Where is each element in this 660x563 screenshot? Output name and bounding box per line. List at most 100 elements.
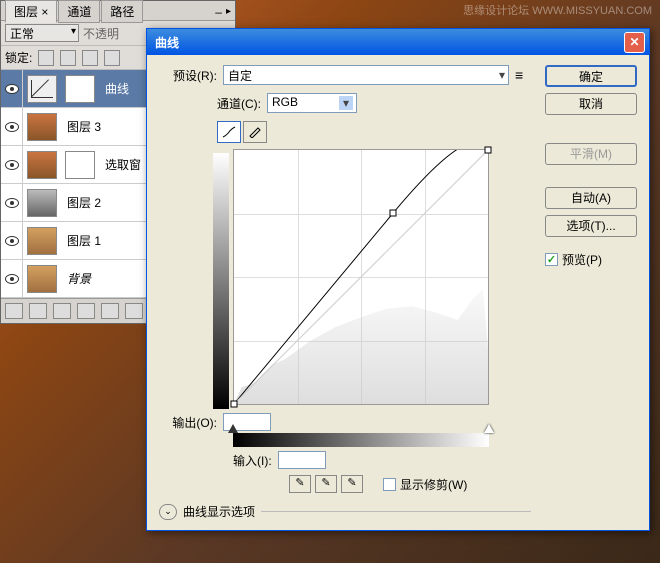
output-gradient [213,153,229,409]
blend-mode-select[interactable]: 正常 [5,24,79,42]
checkbox-icon [545,253,558,266]
layer-name[interactable]: 图层 1 [67,232,101,249]
lock-label: 锁定: [5,49,32,66]
channel-select[interactable]: RGB [267,93,357,113]
curve-area [213,149,531,409]
lock-position-icon[interactable] [82,50,98,66]
preset-row: 预设(R): 自定 [159,65,531,85]
white-point-slider[interactable] [484,424,494,433]
divider [261,511,531,512]
curve-point[interactable] [390,209,397,216]
eye-icon [5,236,19,246]
eye-icon [5,198,19,208]
add-mask-icon[interactable] [53,303,71,319]
expand-options-row: ⌄ 曲线显示选项 [159,503,531,520]
dialog-title: 曲线 [155,34,624,51]
options-button[interactable]: 选项(T)... [545,215,637,237]
opacity-label: 不透明 [83,25,119,42]
layer-name[interactable]: 选取窗 [105,156,141,173]
layer-thumb[interactable] [27,189,57,217]
input-row: 输入(I): [233,451,531,469]
smooth-button[interactable]: 平滑(M) [545,143,637,165]
curve-graph[interactable] [233,149,489,405]
auto-button[interactable]: 自动(A) [545,187,637,209]
preset-menu-icon[interactable] [515,67,531,83]
tab-channels[interactable]: 通道 [58,0,100,23]
layer-name[interactable]: 背景 [67,270,91,287]
panel-menu-icon[interactable]: ▸ [226,6,231,17]
layer-name[interactable]: 图层 3 [67,118,101,135]
visibility-toggle[interactable] [1,260,23,297]
show-clipping-check[interactable]: 显示修剪(W) [383,476,467,493]
layer-thumb[interactable] [27,151,57,179]
preview-label: 预览(P) [562,251,602,268]
new-group-icon[interactable] [101,303,119,319]
curves-dialog: 曲线 ✕ 预设(R): 自定 通道(C): RGB [146,28,650,531]
layer-name[interactable]: 图层 2 [67,194,101,211]
adjustment-layer-icon[interactable] [77,303,95,319]
black-point-slider[interactable] [228,424,238,433]
eye-icon [5,84,19,94]
output-label: 输出(O): [159,414,217,431]
channel-row: 通道(C): RGB [217,93,531,113]
cancel-button[interactable]: 取消 [545,93,637,115]
eyedropper-black[interactable]: ✎ [289,475,311,493]
eyedropper-white[interactable]: ✎ [341,475,363,493]
lock-all-icon[interactable] [104,50,120,66]
eyedropper-row: ✎ ✎ ✎ 显示修剪(W) [289,475,531,493]
watermark-text: 思缘设计论坛 WWW.MISSYUAN.COM [463,2,652,18]
input-gradient [233,433,489,447]
layer-thumb[interactable] [27,75,57,103]
output-row: 输出(O): [159,413,531,431]
ok-button[interactable]: 确定 [545,65,637,87]
curve-point[interactable] [485,147,492,154]
eye-icon [5,274,19,284]
checkbox-icon [383,478,396,491]
visibility-toggle[interactable] [1,108,23,145]
preview-check[interactable]: 预览(P) [545,251,637,268]
close-button[interactable]: ✕ [624,32,645,53]
fx-icon[interactable] [29,303,47,319]
input-input[interactable] [278,451,326,469]
eyedropper-gray[interactable]: ✎ [315,475,337,493]
input-label: 输入(I): [233,452,272,469]
dialog-titlebar[interactable]: 曲线 ✕ [147,29,649,55]
new-layer-icon[interactable] [125,303,143,319]
curve-tool-point[interactable] [217,121,241,143]
expand-button[interactable]: ⌄ [159,504,177,520]
clip-label: 显示修剪(W) [400,476,467,493]
mask-thumb[interactable] [65,75,95,103]
dialog-main: 预设(R): 自定 通道(C): RGB [159,65,531,520]
curves-icon [31,80,53,98]
visibility-toggle[interactable] [1,70,23,107]
pencil-icon [248,126,262,138]
visibility-toggle[interactable] [1,146,23,183]
eye-icon [5,122,19,132]
visibility-toggle[interactable] [1,222,23,259]
lock-transparency-icon[interactable] [38,50,54,66]
visibility-toggle[interactable] [1,184,23,221]
expand-label: 曲线显示选项 [183,503,255,520]
curve-line [234,150,488,404]
layer-thumb[interactable] [27,227,57,255]
link-layers-icon[interactable] [5,303,23,319]
curve-point[interactable] [231,401,238,408]
panel-tab-bar: 图层 × 通道 路径 – ▸ [1,1,235,21]
preset-select[interactable]: 自定 [223,65,509,85]
lock-pixels-icon[interactable] [60,50,76,66]
layer-thumb[interactable] [27,113,57,141]
curve-point-icon [222,126,236,138]
channel-label: 通道(C): [217,95,261,112]
eye-icon [5,160,19,170]
curve-tools [217,121,531,143]
dialog-buttons: 确定 取消 平滑(M) 自动(A) 选项(T)... 预览(P) [545,65,637,520]
layer-thumb[interactable] [27,265,57,293]
curve-tool-pencil[interactable] [243,121,267,143]
layer-name[interactable]: 曲线 [105,80,129,97]
preset-label: 预设(R): [159,67,217,84]
tab-paths[interactable]: 路径 [101,0,143,23]
mask-thumb[interactable] [65,151,95,179]
tab-layers[interactable]: 图层 × [5,0,57,23]
dialog-body: 预设(R): 自定 通道(C): RGB [147,55,649,530]
panel-collapse-icon[interactable]: – [215,5,222,19]
